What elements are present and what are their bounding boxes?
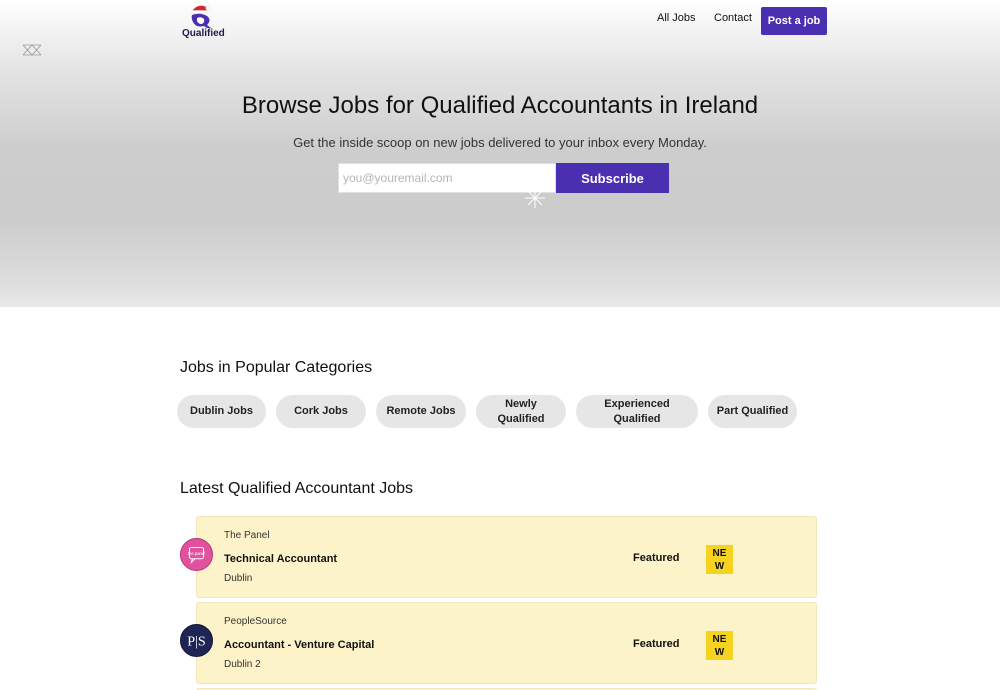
job-card[interactable]: PeopleSource Accountant - Venture Capita…	[196, 602, 817, 684]
subscribe-button[interactable]: Subscribe	[556, 163, 669, 193]
job-company: PeopleSource	[224, 616, 287, 627]
nav-contact[interactable]: Contact	[714, 12, 752, 24]
job-card[interactable]: The Panel Technical Accountant Dublin Fe…	[196, 516, 817, 598]
company-logo[interactable]: the panel	[180, 538, 213, 571]
categories-heading: Jobs in Popular Categories	[180, 359, 373, 376]
featured-label: Featured	[633, 552, 680, 564]
post-job-button[interactable]: Post a job	[761, 7, 827, 35]
job-location: Dublin	[224, 573, 253, 584]
category-chip-cork[interactable]: Cork Jobs	[276, 395, 366, 428]
category-chip-experienced-qualified[interactable]: Experienced Qualified	[576, 395, 698, 428]
job-title[interactable]: Technical Accountant	[224, 553, 337, 565]
page-title: Browse Jobs for Qualified Accountants in…	[241, 92, 759, 119]
category-chip-part-qualified[interactable]: Part Qualified	[708, 395, 797, 428]
category-chip-dublin[interactable]: Dublin Jobs	[177, 395, 266, 428]
nav-all-jobs[interactable]: All Jobs	[657, 12, 696, 24]
snowflake-icon	[524, 187, 546, 209]
hero-section	[0, 0, 1000, 307]
featured-label: Featured	[633, 638, 680, 650]
decorative-lattice-icon	[21, 43, 43, 57]
logo-text[interactable]: Qualified	[182, 28, 225, 39]
company-logo[interactable]: P|S	[180, 624, 213, 657]
category-chip-remote[interactable]: Remote Jobs	[376, 395, 466, 428]
company-logo-text: the panel	[188, 551, 205, 556]
new-badge: NEW	[706, 631, 733, 660]
latest-jobs-heading: Latest Qualified Accountant Jobs	[180, 480, 414, 497]
job-company: The Panel	[224, 530, 270, 541]
category-chip-newly-qualified[interactable]: Newly Qualified	[476, 395, 566, 428]
job-title[interactable]: Accountant - Venture Capital	[224, 639, 374, 651]
new-badge: NEW	[706, 545, 733, 574]
job-location: Dublin 2	[224, 659, 261, 670]
hero-subtitle: Get the inside scoop on new jobs deliver…	[293, 135, 707, 150]
company-logo-text: P|S	[187, 634, 205, 650]
